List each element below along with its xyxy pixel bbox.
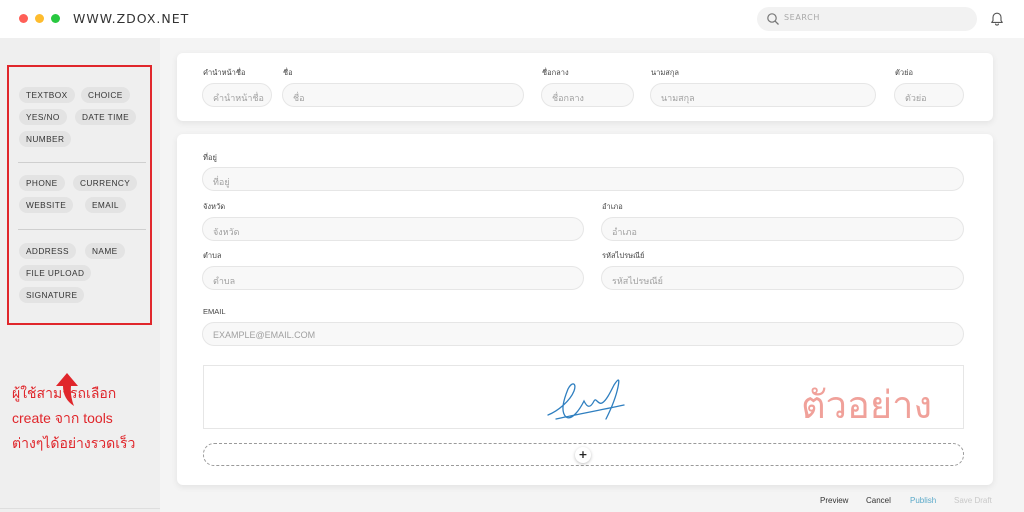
tool-choice[interactable]: CHOICE: [81, 87, 130, 103]
first-name-label: ชื่อ: [283, 68, 293, 77]
sidebar-note-line: ผู้ใช้สามารถเลือก: [12, 385, 117, 401]
prefix-placeholder: คำนำหน้าชื่อ: [213, 93, 264, 103]
postcode-field[interactable]: รหัสไปรษณีย์: [601, 266, 964, 290]
tool-date-time[interactable]: DATE TIME: [75, 109, 137, 125]
initials-label: ตัวย่อ: [895, 68, 913, 77]
tool-number[interactable]: NUMBER: [19, 131, 72, 147]
tool-name[interactable]: NAME: [85, 243, 125, 259]
tool-currency[interactable]: CURRENCY: [73, 175, 138, 191]
sidebar-note-line: ต่างๆได้อย่างรวดเร็ว: [12, 435, 136, 451]
signature-pad[interactable]: ตัวอย่าง: [203, 365, 964, 429]
minimize-window-button[interactable]: [35, 14, 44, 23]
last-name-field[interactable]: นามสกุล: [650, 83, 876, 107]
tool-address[interactable]: ADDRESS: [19, 243, 76, 259]
tool-yes-no[interactable]: YES/NO: [19, 109, 67, 125]
tool-phone[interactable]: PHONE: [19, 175, 65, 191]
subdistrict-field[interactable]: ตำบล: [202, 266, 584, 290]
publish-button[interactable]: Publish: [910, 496, 936, 505]
last-name-placeholder: นามสกุล: [661, 93, 695, 103]
signature-drawing: [547, 379, 625, 420]
last-name-label: นามสกุล: [651, 68, 679, 77]
province-placeholder: จังหวัด: [213, 227, 240, 237]
tool-textbox[interactable]: TEXTBOX: [19, 87, 75, 103]
title-bar: WWW.ZDOX.NET SEARCH: [0, 0, 1024, 38]
tool-website[interactable]: WEBSITE: [19, 197, 74, 213]
tools-divider: [18, 162, 146, 163]
initials-field[interactable]: ตัวย่อ: [894, 83, 964, 107]
address-field[interactable]: ที่อยู่: [202, 167, 964, 191]
middle-name-label: ชื่อกลาง: [542, 68, 569, 77]
province-field[interactable]: จังหวัด: [202, 217, 584, 241]
tools-divider: [18, 229, 146, 230]
search-icon: [767, 13, 779, 25]
tools-sidebar: TEXTBOX CHOICE YES/NO DATE TIME NUMBER P…: [0, 38, 160, 512]
prefix-label: คำนำหน้าชื่อ: [203, 68, 246, 77]
subdistrict-placeholder: ตำบล: [213, 276, 236, 286]
tools-highlight-box: [7, 65, 152, 325]
tool-email[interactable]: EMAIL: [85, 197, 126, 213]
search-placeholder: SEARCH: [784, 13, 820, 22]
save-draft-button[interactable]: Save Draft: [954, 496, 992, 505]
sidebar-divider: [0, 508, 160, 509]
app-window: WWW.ZDOX.NET SEARCH TEXTBOX CHOICE YES/N…: [0, 0, 1024, 512]
sample-watermark: ตัวอย่าง: [801, 385, 932, 427]
postcode-label: รหัสไปรษณีย์: [602, 251, 645, 260]
preview-button[interactable]: Preview: [820, 496, 848, 505]
site-title: WWW.ZDOX.NET: [73, 11, 190, 26]
sidebar-note-line: create จาก tools: [12, 410, 113, 426]
district-label: อำเภอ: [602, 202, 623, 211]
email-field[interactable]: EXAMPLE@EMAIL.COM: [202, 322, 964, 346]
middle-name-placeholder: ชื่อกลาง: [552, 93, 584, 103]
email-label: EMAIL: [203, 307, 226, 316]
province-label: จังหวัด: [203, 202, 226, 211]
initials-placeholder: ตัวย่อ: [905, 93, 927, 103]
district-field[interactable]: อำเภอ: [601, 217, 964, 241]
postcode-placeholder: รหัสไปรษณีย์: [612, 276, 663, 286]
tool-signature[interactable]: SIGNATURE: [19, 287, 85, 303]
bell-icon[interactable]: [989, 11, 1005, 27]
email-placeholder: EXAMPLE@EMAIL.COM: [213, 330, 316, 340]
add-field-row[interactable]: +: [203, 443, 964, 466]
cancel-button[interactable]: Cancel: [866, 496, 891, 505]
maximize-window-button[interactable]: [51, 14, 60, 23]
address-label: ที่อยู่: [203, 153, 217, 162]
subdistrict-label: ตำบล: [203, 251, 222, 260]
prefix-field[interactable]: คำนำหน้าชื่อ: [202, 83, 272, 107]
address-placeholder: ที่อยู่: [213, 177, 230, 187]
middle-name-field[interactable]: ชื่อกลาง: [541, 83, 634, 107]
search-input[interactable]: SEARCH: [757, 7, 977, 31]
first-name-placeholder: ชื่อ: [293, 93, 305, 103]
tool-file-upload[interactable]: FILE UPLOAD: [19, 265, 92, 281]
close-window-button[interactable]: [19, 14, 28, 23]
first-name-field[interactable]: ชื่อ: [282, 83, 524, 107]
add-field-button[interactable]: +: [575, 447, 591, 463]
district-placeholder: อำเภอ: [612, 227, 637, 237]
